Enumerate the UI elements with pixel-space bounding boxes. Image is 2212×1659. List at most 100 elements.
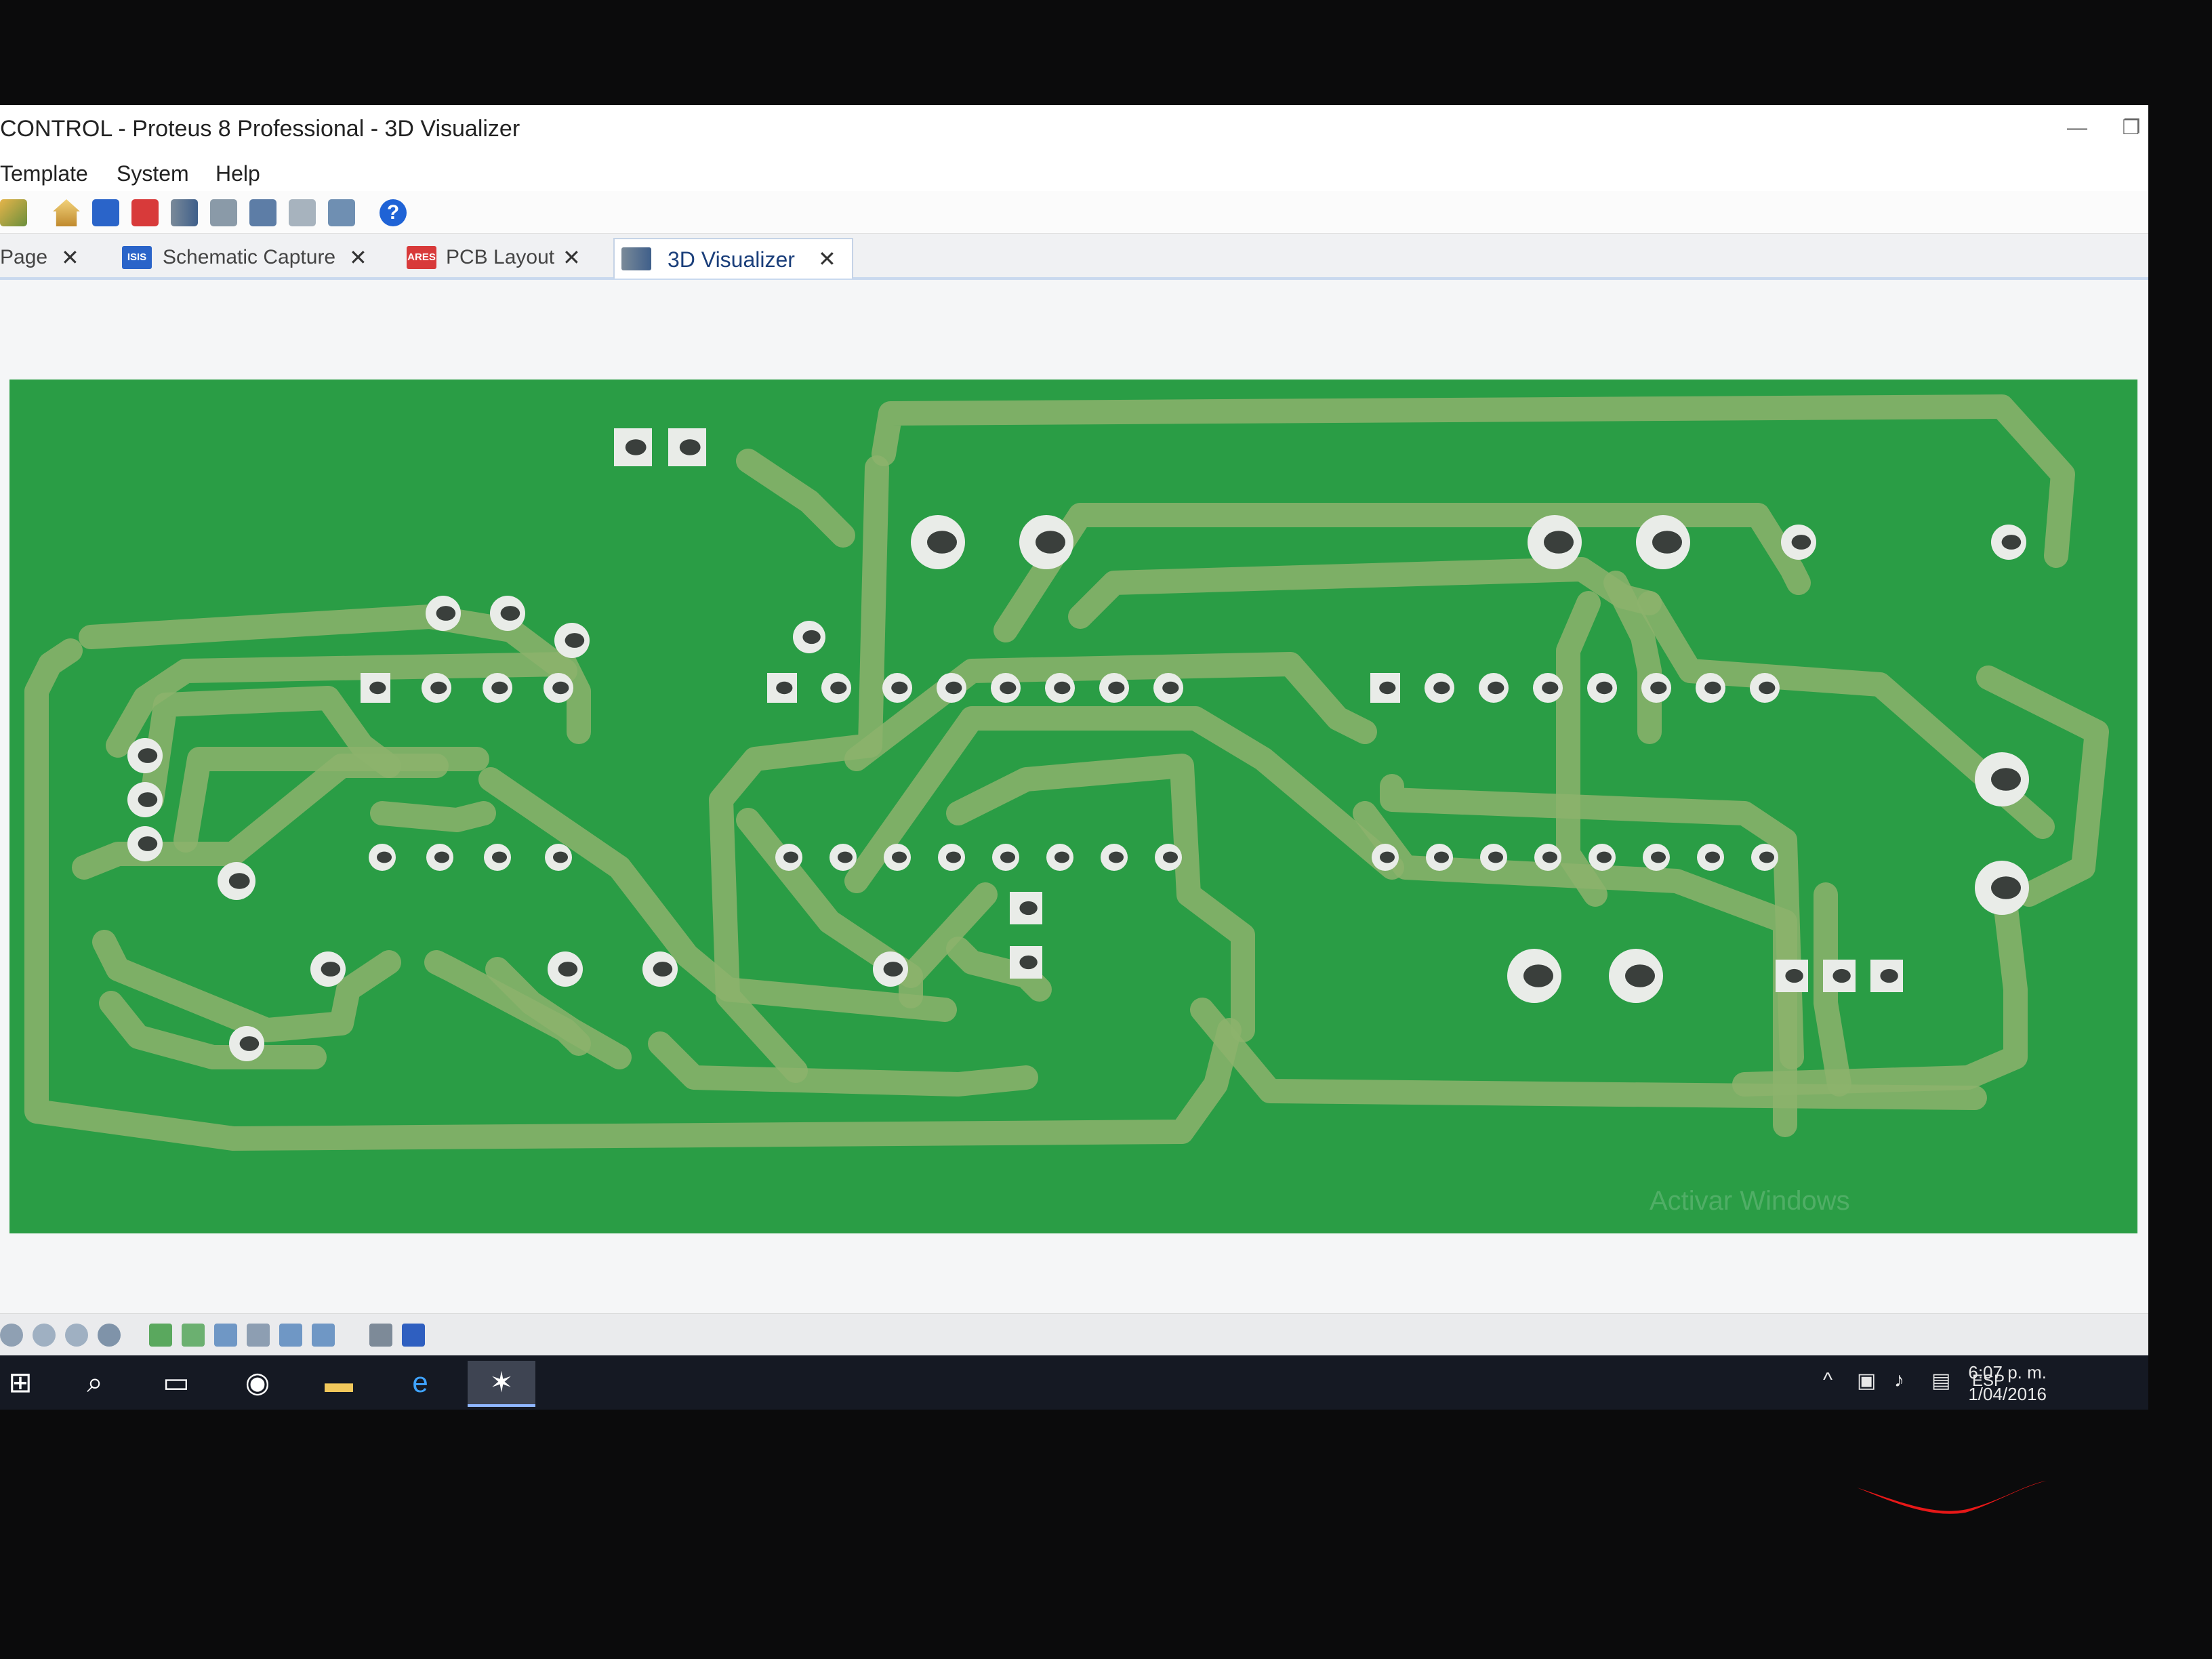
gerber-viewer-icon[interactable] [210,199,237,226]
component-lead [1880,968,1898,983]
search-icon[interactable]: ⌕ [61,1361,129,1404]
tab-label: 3D Visualizer [668,247,795,272]
component-lead [138,836,158,851]
component-lead [239,1036,260,1051]
3d-visualizer-icon [621,247,651,270]
component-lead [138,748,158,763]
component-lead [430,681,447,695]
menu-bar: Template System Help [0,156,2148,191]
window-title: CONTROL - Proteus 8 Professional - 3D Vi… [0,116,520,142]
component-lead [228,873,250,889]
ares-icon[interactable] [131,199,159,226]
zoom-out-icon[interactable] [65,1324,88,1347]
component-lead [1832,968,1851,983]
component-lead [1379,681,1396,695]
close-icon[interactable]: ✕ [562,245,581,270]
3d-visualizer-icon[interactable] [171,199,198,226]
clock-time[interactable]: 6:07 p. m. [1968,1362,2047,1383]
isis-icon[interactable] [92,199,119,226]
bottom-view-icon[interactable] [182,1324,205,1347]
view-toolbar [0,1313,2148,1358]
vsm-studio-icon[interactable] [328,199,355,226]
component-lead [1163,851,1178,863]
windows-taskbar: ⊞ ⌕ ▭ ◉ ▬ e ✶ ^ ▣ ♪ ▤ ESP 6:07 p. m. 1/0… [0,1355,2148,1410]
component-lead [1054,681,1071,695]
pan-icon[interactable] [0,1324,23,1347]
rotate-icon[interactable] [98,1324,121,1347]
component-lead [434,851,449,863]
component-lead [1542,681,1559,695]
component-lead [892,851,907,863]
component-lead [558,962,578,977]
proteus-icon[interactable]: ✶ [468,1361,535,1407]
tab-page[interactable]: Page ✕ [0,238,102,277]
tab-schematic-capture[interactable]: ISIS Schematic Capture ✕ [115,238,386,277]
tab-pcb-layout[interactable]: ARES PCB Layout ✕ [400,238,603,277]
start-icon[interactable]: ⊞ [0,1361,54,1404]
notifications-icon[interactable]: ▤ [1931,1369,1950,1393]
monitor-screen: CONTROL - Proteus 8 Professional - 3D Vi… [0,105,2148,1410]
component-lead [1785,968,1803,983]
zoom-in-icon[interactable] [33,1324,56,1347]
close-icon[interactable]: ✕ [818,246,836,272]
front-view-icon[interactable] [214,1324,237,1347]
tab-label: PCB Layout [446,246,555,268]
network-icon[interactable]: ▣ [1857,1369,1876,1393]
menu-system[interactable]: System [117,161,189,186]
chrome-icon[interactable]: ◉ [224,1361,291,1404]
design-explorer-icon[interactable] [289,199,316,226]
component-lead [1019,955,1038,970]
left-view-icon[interactable] [279,1324,302,1347]
ares-icon: ARES [407,246,436,269]
component-lead [321,962,341,977]
bom-icon[interactable] [249,199,276,226]
menu-help[interactable]: Help [216,161,260,186]
component-lead [1488,681,1504,695]
menu-template[interactable]: Template [0,161,88,186]
restore-icon[interactable]: ❐ [2108,108,2148,148]
home-icon[interactable] [53,199,80,226]
help-icon[interactable]: ? [380,199,407,226]
component-lead [1596,681,1613,695]
component-lead [369,681,386,695]
back-view-icon[interactable] [247,1324,270,1347]
open-project-icon[interactable] [0,199,27,226]
component-lead [1162,681,1179,695]
right-view-icon[interactable] [312,1324,335,1347]
tray-overflow-icon[interactable]: ^ [1823,1369,1832,1392]
activation-watermark: Activar Windows [1650,1186,1850,1216]
pcb-board[interactable]: Activar Windows [9,380,2137,1233]
component-lead [552,681,569,695]
component-lead [1544,531,1574,554]
close-icon[interactable]: ✕ [61,245,79,270]
tab-3d-visualizer[interactable]: 3D Visualizer ✕ [613,238,853,279]
close-icon[interactable]: ✕ [349,245,367,270]
component-lead [625,439,647,455]
internet-explorer-icon[interactable]: e [386,1361,454,1404]
component-lead [776,681,793,695]
component-lead [802,630,821,644]
volume-icon[interactable]: ♪ [1894,1369,1904,1392]
component-lead [927,531,957,554]
led-reflection [1857,1481,2047,1514]
component-lead [783,851,798,863]
component-lead [1108,681,1125,695]
clock-date[interactable]: 1/04/2016 [1968,1384,2047,1405]
component-lead [1991,768,2021,791]
component-lead [1109,851,1124,863]
height-icon[interactable] [369,1324,392,1347]
component-lead [945,681,962,695]
tab-label: Page [0,246,48,268]
component-lead [891,681,908,695]
component-lead [1380,851,1395,863]
component-lead [1542,851,1557,863]
render-icon[interactable] [402,1324,425,1347]
minimize-icon[interactable]: — [2053,108,2101,148]
component-lead [838,851,853,863]
toolbar: ? [0,191,2148,234]
file-explorer-icon[interactable]: ▬ [305,1361,373,1404]
tab-bar: Page ✕ ISIS Schematic Capture ✕ ARES PCB… [0,234,2148,280]
top-view-icon[interactable] [149,1324,172,1347]
task-view-icon[interactable]: ▭ [142,1361,210,1404]
component-lead [1488,851,1503,863]
